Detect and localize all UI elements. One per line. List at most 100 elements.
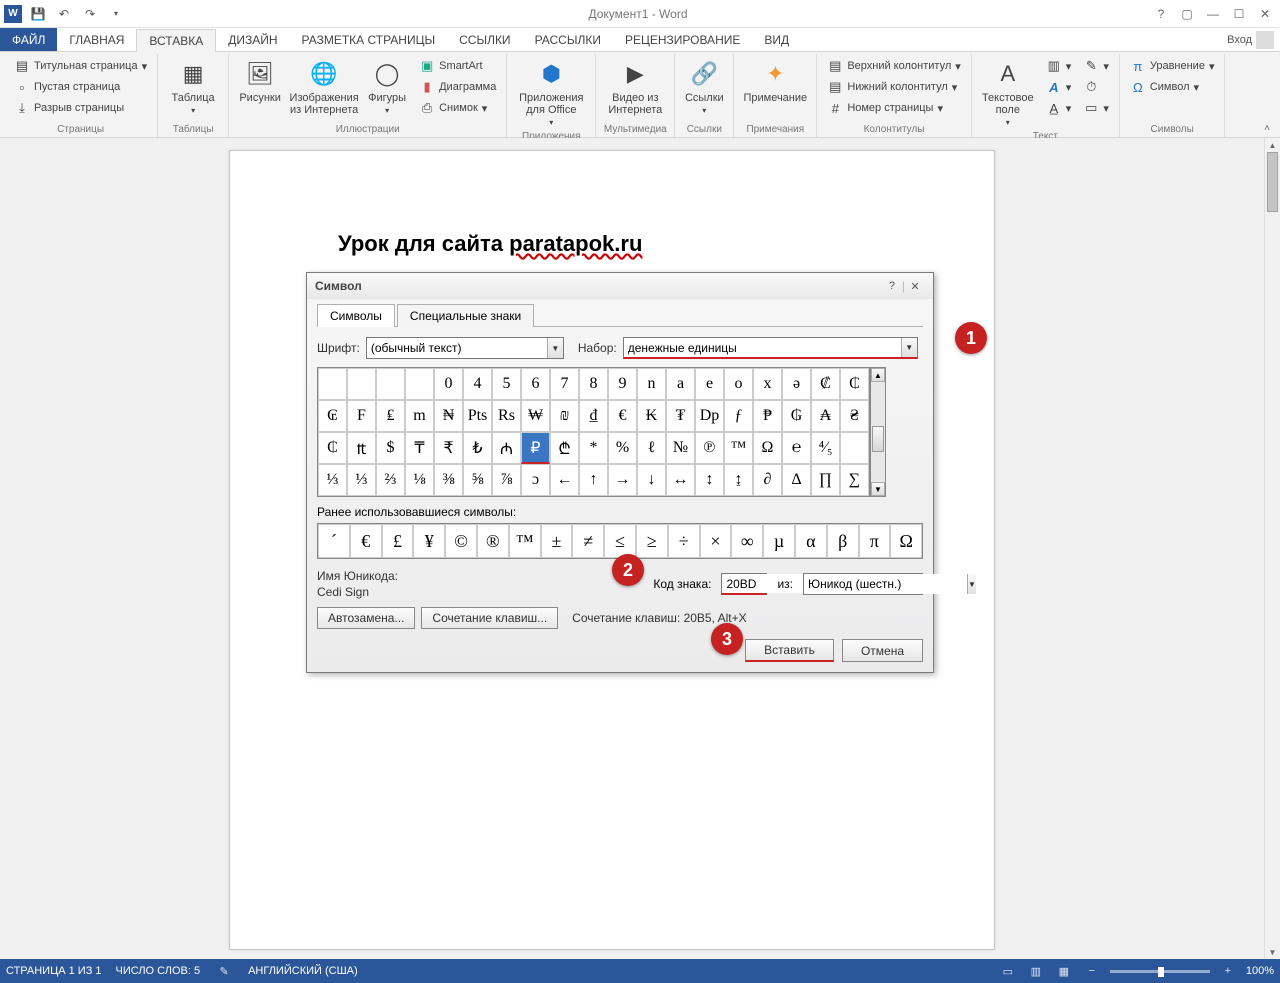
char-cell[interactable]: ɔ [521,464,550,496]
dialog-tab-special[interactable]: Специальные знаки [397,304,534,327]
char-cell[interactable]: ₪ [550,400,579,432]
char-cell[interactable]: ₩ [521,400,550,432]
char-cell[interactable]: ⅔ [376,464,405,496]
recent-symbol-cell[interactable]: × [700,524,732,558]
zoom-slider[interactable] [1110,970,1210,973]
char-cell[interactable]: 4 [463,368,492,400]
textbox-button[interactable]: AТекстовое поле▾ [978,56,1038,129]
grid-scroll-down-icon[interactable]: ▼ [871,482,885,496]
recent-symbol-cell[interactable]: Ω [890,524,922,558]
sigline-button[interactable]: ✎▾ [1079,56,1113,76]
recent-symbol-cell[interactable]: ´ [318,524,350,558]
char-cell[interactable]: o [724,368,753,400]
recent-symbol-cell[interactable]: ® [477,524,509,558]
char-cell[interactable]: 9 [608,368,637,400]
char-cell[interactable]: ↨ [724,464,753,496]
recent-symbol-cell[interactable]: α [795,524,827,558]
status-words[interactable]: ЧИСЛО СЛОВ: 5 [116,965,201,977]
char-cell[interactable]: ₹ [434,432,463,464]
from-combo[interactable]: ▼ [803,573,923,595]
char-cell[interactable]: ₮ [666,400,695,432]
tab-layout[interactable]: РАЗМЕТКА СТРАНИЦЫ [290,28,448,51]
char-cell[interactable]: % [608,432,637,464]
char-cell[interactable]: ℮ [782,432,811,464]
tab-view[interactable]: ВИД [752,28,801,51]
signin[interactable]: Вход [1221,28,1280,51]
screenshot-button[interactable]: ⎙Снимок ▾ [415,98,500,118]
recent-symbol-cell[interactable]: £ [382,524,414,558]
char-cell[interactable]: ₲ [782,400,811,432]
recent-symbol-cell[interactable]: ™ [509,524,541,558]
recent-symbol-cell[interactable]: π [859,524,891,558]
char-cell[interactable]: € [608,400,637,432]
char-cell[interactable]: ⅞ [492,464,521,496]
char-cell[interactable]: ℓ [637,432,666,464]
recent-symbol-cell[interactable]: β [827,524,859,558]
char-cell[interactable]: Δ [782,464,811,496]
set-input[interactable] [624,338,901,357]
symbol-button[interactable]: ΩСимвол ▾ [1126,77,1219,97]
zoom-thumb[interactable] [1158,967,1164,977]
grid-scroll-thumb[interactable] [872,426,884,452]
char-cell[interactable]: ₵ [840,368,869,400]
dialog-tab-symbols[interactable]: Символы [317,304,395,327]
char-cell[interactable]: ∂ [753,464,782,496]
char-cell[interactable]: 8 [579,368,608,400]
char-cell[interactable]: 7 [550,368,579,400]
ribbon-display-icon[interactable]: ▢ [1176,4,1198,24]
char-cell[interactable]: ₡ [811,368,840,400]
object-button[interactable]: ▭▾ [1079,98,1113,118]
proofing-icon[interactable]: ✎ [214,962,234,980]
char-cell[interactable]: ₸ [405,432,434,464]
dialog-close-icon[interactable]: ✕ [905,277,925,295]
vertical-scrollbar[interactable]: ▲ ▼ [1264,138,1280,959]
char-cell[interactable]: ⅝ [463,464,492,496]
dropcap-button[interactable]: A̲▾ [1042,98,1076,118]
dialog-titlebar[interactable]: Символ ? | ✕ [307,273,933,299]
close-icon[interactable]: ✕ [1254,4,1276,24]
char-cell[interactable] [405,368,434,400]
char-cell[interactable]: ₾ [550,432,579,464]
weblayout-icon[interactable]: ▦ [1054,962,1074,980]
recent-symbol-cell[interactable]: © [445,524,477,558]
status-lang[interactable]: АНГЛИЙСКИЙ (США) [248,965,358,977]
online-video-button[interactable]: ▶Видео из Интернета [602,56,668,118]
char-cell[interactable]: ₳ [811,400,840,432]
equation-button[interactable]: πУравнение ▾ [1126,56,1219,76]
char-cell[interactable]: № [666,432,695,464]
tab-home[interactable]: ГЛАВНАЯ [57,28,136,51]
save-icon[interactable]: 💾 [28,4,48,24]
char-cell[interactable]: ⁴⁄₅ [811,432,840,464]
zoom-in-icon[interactable]: + [1218,962,1238,980]
char-cell[interactable]: F [347,400,376,432]
table-button[interactable]: ▦Таблица▾ [164,56,222,117]
tab-review[interactable]: РЕЦЕНЗИРОВАНИЕ [613,28,752,51]
char-cell[interactable]: ← [550,464,579,496]
char-cell[interactable]: Rs [492,400,521,432]
status-page[interactable]: СТРАНИЦА 1 ИЗ 1 [6,965,102,977]
insert-button[interactable]: Вставить [745,639,834,662]
char-cell[interactable]: ₵ [318,432,347,464]
tab-insert[interactable]: ВСТАВКА [136,29,216,52]
tab-design[interactable]: ДИЗАЙН [216,28,289,51]
char-cell[interactable]: ₤ [376,400,405,432]
printlayout-icon[interactable]: ▥ [1026,962,1046,980]
recent-symbol-cell[interactable]: ∞ [731,524,763,558]
char-cell[interactable]: ⅜ [434,464,463,496]
char-cell[interactable] [376,368,405,400]
char-cell[interactable]: ↑ [579,464,608,496]
recent-symbol-cell[interactable]: ± [541,524,573,558]
footer-button[interactable]: ▤Нижний колонтитул ▾ [823,77,964,97]
zoom-out-icon[interactable]: − [1082,962,1102,980]
char-cell[interactable]: ℗ [695,432,724,464]
recent-symbol-cell[interactable]: ≥ [636,524,668,558]
maximize-icon[interactable]: ☐ [1228,4,1250,24]
shapes-button[interactable]: ◯Фигуры▾ [363,56,411,117]
links-button[interactable]: 🔗Ссылки▾ [681,56,727,117]
apps-button[interactable]: ⬢Приложения для Office▾ [513,56,589,129]
recent-symbol-cell[interactable]: ≠ [572,524,604,558]
char-cell[interactable]: ₴ [840,400,869,432]
help-icon[interactable]: ? [1150,4,1172,24]
char-cell[interactable]: Pts [463,400,492,432]
zoom-value[interactable]: 100% [1246,965,1274,977]
